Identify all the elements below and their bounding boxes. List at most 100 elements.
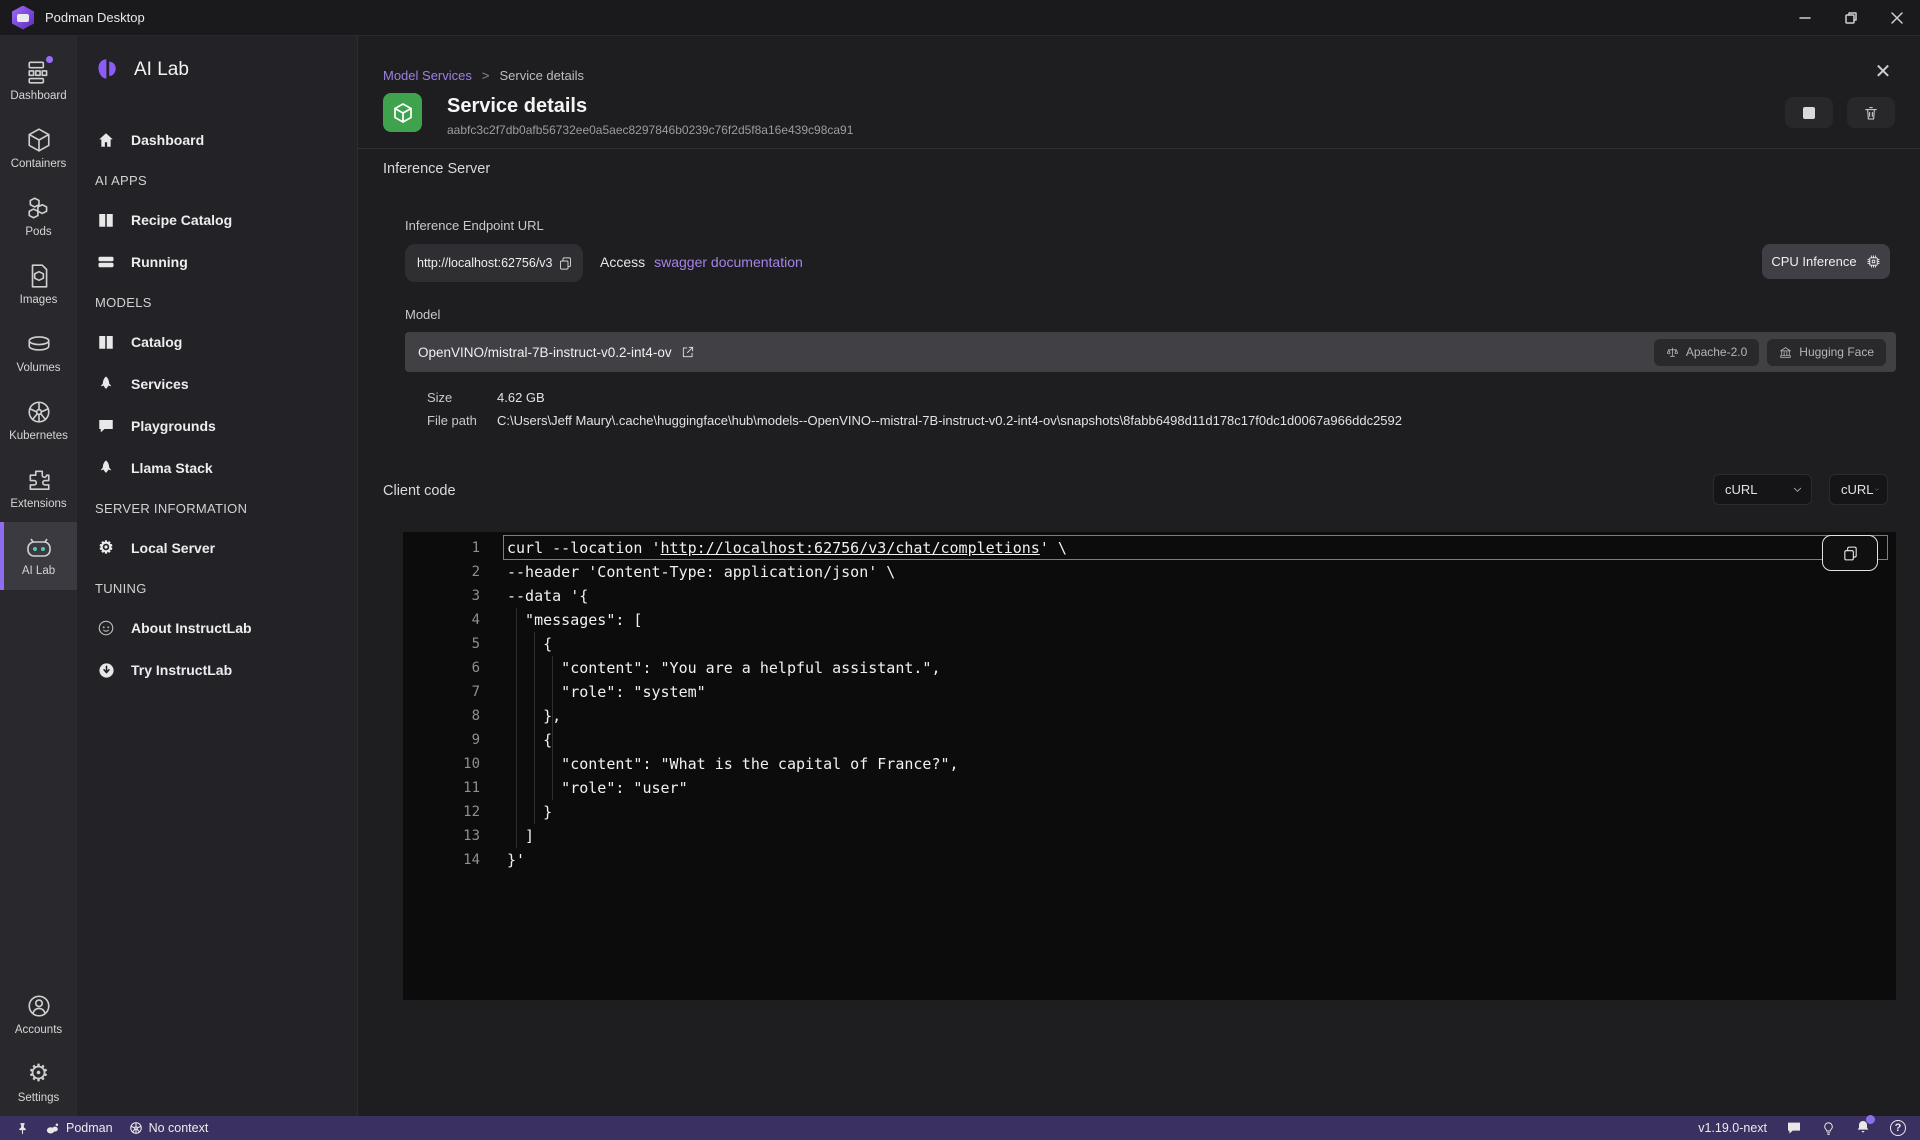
line-number: 2: [403, 560, 480, 584]
sidebar-item-local-server[interactable]: ⚙ Local Server: [77, 527, 357, 569]
rail-item-containers[interactable]: Containers: [0, 114, 77, 182]
notifications-button[interactable]: [1855, 1119, 1871, 1138]
endpoint-url-box: http://localhost:62756/v3: [405, 244, 583, 282]
code-text: "role": "user": [507, 776, 688, 800]
rocket-icon: [97, 459, 115, 477]
restore-button[interactable]: [1828, 0, 1874, 36]
delete-service-button[interactable]: [1847, 97, 1895, 128]
sidebar-item-running[interactable]: Running: [77, 241, 357, 283]
code-line: 1 curl --location 'http://localhost:6275…: [403, 536, 1896, 560]
code-url: http://localhost:62756/v3/chat/completio…: [661, 539, 1040, 557]
ai-lab-brain-icon: [94, 56, 121, 83]
stop-service-button[interactable]: [1785, 97, 1833, 128]
registry-building-icon: [1779, 346, 1792, 359]
sidebar-item-label: Local Server: [131, 540, 215, 556]
huggingface-badge[interactable]: Hugging Face: [1767, 339, 1886, 366]
external-link-icon[interactable]: [681, 345, 695, 359]
download-circle-icon: [98, 662, 115, 679]
stop-icon: [1803, 107, 1815, 119]
rail-item-extensions[interactable]: Extensions: [0, 454, 77, 522]
sidebar-section-server-information: SERVER INFORMATION: [77, 489, 357, 527]
copy-code-button[interactable]: [1822, 535, 1878, 571]
code-text: }: [507, 800, 552, 824]
rail-item-volumes[interactable]: Volumes: [0, 318, 77, 386]
sidebar: AI Lab Dashboard AI APPS Recipe Catalog …: [77, 36, 358, 1116]
code-line: 11 "role": "user": [403, 776, 1896, 800]
pin-button[interactable]: [16, 1122, 29, 1135]
code-text: --header 'Content-Type: application/json…: [507, 560, 895, 584]
rail-item-dashboard[interactable]: Dashboard: [0, 46, 77, 114]
code-line: 9 {: [403, 728, 1896, 752]
line-number: 5: [403, 632, 480, 656]
activity-rail: Dashboard Containers Pods Images Volumes…: [0, 36, 77, 1116]
sidebar-item-catalog[interactable]: Catalog: [77, 321, 357, 363]
rail-item-ai-lab[interactable]: AI Lab: [0, 522, 77, 590]
scales-icon: [1666, 346, 1679, 359]
rail-item-images[interactable]: Images: [0, 250, 77, 318]
close-details-button[interactable]: ✕: [1872, 60, 1894, 82]
help-icon[interactable]: ?: [1890, 1120, 1906, 1136]
sidebar-item-services[interactable]: Services: [77, 363, 357, 405]
rail-item-settings[interactable]: ⚙ Settings: [0, 1048, 77, 1116]
copy-url-icon[interactable]: [558, 256, 573, 271]
minimize-button[interactable]: [1782, 0, 1828, 36]
sidebar-item-recipe-catalog[interactable]: Recipe Catalog: [77, 199, 357, 241]
sidebar-item-dashboard[interactable]: Dashboard: [77, 119, 357, 161]
kube-wheel-icon: [129, 1121, 143, 1135]
model-bar: OpenVINO/mistral-7B-instruct-v0.2-int4-o…: [405, 332, 1896, 372]
close-window-button[interactable]: [1874, 0, 1920, 36]
trash-icon: [1863, 105, 1879, 121]
rail-item-accounts[interactable]: Accounts: [0, 980, 77, 1048]
size-row: Size 4.62 GB: [427, 390, 545, 405]
code-line: 14}': [403, 848, 1896, 872]
size-label: Size: [427, 390, 497, 405]
sidebar-section-ai-apps: AI APPS: [77, 161, 357, 199]
code-text: },: [507, 704, 561, 728]
variant-select[interactable]: cURL: [1829, 474, 1888, 505]
podman-machine-status[interactable]: Podman: [45, 1121, 113, 1135]
breadcrumb-separator: >: [482, 68, 490, 83]
sidebar-item-label: Services: [131, 376, 189, 392]
access-label: Access: [600, 254, 645, 270]
kubernetes-icon: [26, 399, 52, 425]
rail-label: Settings: [18, 1092, 60, 1104]
lightbulb-icon[interactable]: [1821, 1121, 1836, 1136]
license-badge[interactable]: Apache-2.0: [1654, 339, 1759, 366]
language-select[interactable]: cURL: [1713, 474, 1812, 505]
sidebar-item-label: Catalog: [131, 334, 182, 350]
rail-item-pods[interactable]: Pods: [0, 182, 77, 250]
sidebar-item-about-instructlab[interactable]: About InstructLab: [77, 607, 357, 649]
speech-bubble-icon: [97, 417, 115, 435]
server-icon: [97, 253, 115, 271]
header-divider: [358, 148, 1920, 149]
settings-gear-icon: ⚙: [28, 1061, 50, 1087]
kube-context-status[interactable]: No context: [129, 1121, 209, 1135]
podman-seal-icon: [45, 1122, 60, 1135]
registry-badge-label: Hugging Face: [1799, 345, 1874, 359]
sidebar-item-try-instructlab[interactable]: Try InstructLab: [77, 649, 357, 691]
sidebar-item-label: Dashboard: [131, 132, 204, 148]
swagger-documentation-link[interactable]: swagger documentation: [654, 254, 803, 270]
cpu-icon: [1866, 254, 1881, 269]
cpu-badge-label: CPU Inference: [1771, 254, 1856, 269]
service-id: aabfc3c2f7db0afb56732ee0a5aec8297846b023…: [447, 123, 853, 137]
sidebar-item-llama-stack[interactable]: Llama Stack: [77, 447, 357, 489]
chevron-down-icon: [1792, 484, 1803, 495]
images-icon: [26, 263, 52, 289]
sidebar-title: AI Lab: [134, 59, 189, 81]
pin-icon: [16, 1122, 29, 1135]
sidebar-item-label: Llama Stack: [131, 460, 213, 476]
sidebar-item-playgrounds[interactable]: Playgrounds: [77, 405, 357, 447]
language-select-value: cURL: [1725, 482, 1758, 497]
ai-lab-robot-icon: [25, 536, 53, 560]
code-editor[interactable]: 1 curl --location 'http://localhost:6275…: [403, 532, 1896, 1000]
rail-item-kubernetes[interactable]: Kubernetes: [0, 386, 77, 454]
code-text: "role": "system": [507, 680, 706, 704]
context-label: No context: [149, 1121, 209, 1135]
line-number: 10: [403, 752, 480, 776]
code-text: {: [507, 632, 552, 656]
sidebar-section-tuning: TUNING: [77, 569, 357, 607]
model-name: OpenVINO/mistral-7B-instruct-v0.2-int4-o…: [418, 345, 695, 360]
feedback-bubble-icon[interactable]: [1786, 1120, 1802, 1136]
breadcrumb-model-services[interactable]: Model Services: [383, 68, 472, 83]
